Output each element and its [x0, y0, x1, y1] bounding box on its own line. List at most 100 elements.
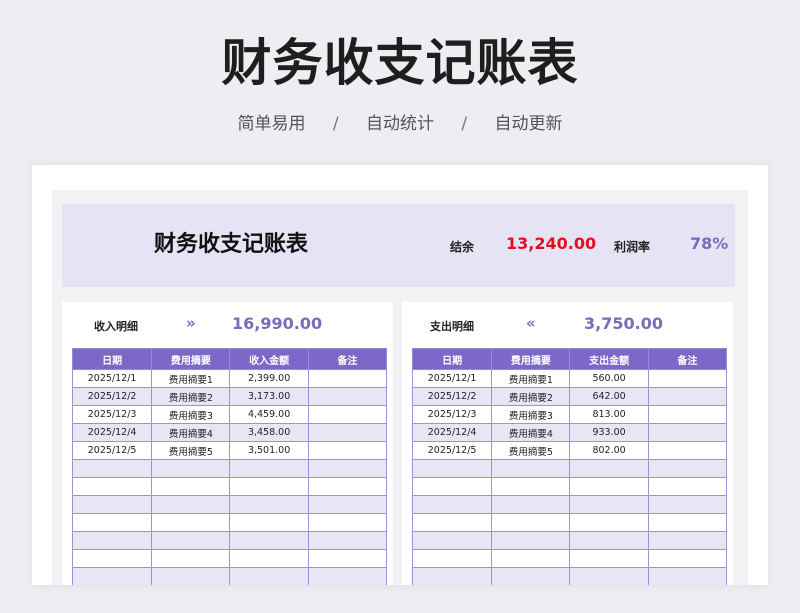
amount-cell[interactable]: 642.00 — [569, 387, 649, 406]
note-cell[interactable] — [647, 405, 728, 424]
date-cell[interactable] — [411, 531, 493, 550]
date-cell[interactable]: 2025/12/5 — [71, 441, 153, 460]
note-cell[interactable] — [307, 477, 388, 496]
amount-cell[interactable] — [569, 459, 649, 478]
summary-cell[interactable]: 费用摘要1 — [491, 369, 571, 388]
amount-cell[interactable] — [229, 477, 309, 496]
note-cell[interactable] — [307, 531, 388, 550]
date-cell[interactable]: 2025/12/4 — [71, 423, 153, 442]
summary-cell[interactable]: 费用摘要2 — [491, 387, 571, 406]
summary-cell[interactable]: 费用摘要1 — [151, 369, 231, 388]
summary-cell[interactable] — [491, 567, 571, 585]
date-cell[interactable]: 2025/12/3 — [71, 405, 153, 424]
column-header-summary[interactable]: 费用摘要 — [151, 348, 231, 370]
note-cell[interactable] — [307, 549, 388, 568]
summary-cell[interactable] — [151, 513, 231, 532]
amount-cell[interactable] — [569, 531, 649, 550]
note-cell[interactable] — [647, 387, 728, 406]
date-cell[interactable] — [71, 513, 153, 532]
column-header-amount[interactable]: 支出金额 — [569, 348, 649, 370]
amount-cell[interactable] — [229, 549, 309, 568]
summary-cell[interactable]: 费用摘要2 — [151, 387, 231, 406]
summary-cell[interactable]: 费用摘要4 — [151, 423, 231, 442]
summary-cell[interactable] — [491, 549, 571, 568]
date-cell[interactable]: 2025/12/4 — [411, 423, 493, 442]
note-cell[interactable] — [647, 369, 728, 388]
note-cell[interactable] — [647, 477, 728, 496]
date-cell[interactable] — [411, 513, 493, 532]
note-cell[interactable] — [307, 495, 388, 514]
summary-cell[interactable] — [491, 477, 571, 496]
date-cell[interactable]: 2025/12/3 — [411, 405, 493, 424]
amount-cell[interactable] — [569, 513, 649, 532]
amount-cell[interactable]: 2,399.00 — [229, 369, 309, 388]
date-cell[interactable]: 2025/12/1 — [411, 369, 493, 388]
summary-cell[interactable] — [151, 531, 231, 550]
amount-cell[interactable] — [569, 477, 649, 496]
note-cell[interactable] — [647, 531, 728, 550]
amount-cell[interactable]: 802.00 — [569, 441, 649, 460]
income-total[interactable]: 16,990.00 — [232, 314, 322, 333]
summary-cell[interactable] — [491, 459, 571, 478]
date-cell[interactable] — [71, 567, 153, 585]
date-cell[interactable] — [71, 531, 153, 550]
amount-cell[interactable]: 3,501.00 — [229, 441, 309, 460]
amount-cell[interactable]: 933.00 — [569, 423, 649, 442]
date-cell[interactable]: 2025/12/1 — [71, 369, 153, 388]
amount-cell[interactable]: 4,459.00 — [229, 405, 309, 424]
note-cell[interactable] — [307, 441, 388, 460]
note-cell[interactable] — [307, 369, 388, 388]
date-cell[interactable] — [71, 549, 153, 568]
amount-cell[interactable]: 3,173.00 — [229, 387, 309, 406]
date-cell[interactable] — [411, 567, 493, 585]
date-cell[interactable] — [411, 459, 493, 478]
column-header-summary[interactable]: 费用摘要 — [491, 348, 571, 370]
amount-cell[interactable] — [229, 495, 309, 514]
summary-cell[interactable] — [151, 477, 231, 496]
amount-cell[interactable] — [569, 567, 649, 585]
profit-margin-value[interactable]: 78% — [690, 234, 728, 253]
note-cell[interactable] — [647, 459, 728, 478]
date-cell[interactable] — [411, 549, 493, 568]
summary-cell[interactable]: 费用摘要4 — [491, 423, 571, 442]
date-cell[interactable]: 2025/12/2 — [71, 387, 153, 406]
note-cell[interactable] — [307, 513, 388, 532]
amount-cell[interactable] — [229, 513, 309, 532]
summary-cell[interactable] — [491, 531, 571, 550]
column-header-note[interactable]: 备注 — [307, 348, 388, 370]
summary-cell[interactable]: 费用摘要5 — [151, 441, 231, 460]
amount-cell[interactable]: 3,458.00 — [229, 423, 309, 442]
amount-cell[interactable] — [229, 567, 309, 585]
summary-cell[interactable] — [491, 513, 571, 532]
note-cell[interactable] — [647, 423, 728, 442]
summary-cell[interactable] — [491, 495, 571, 514]
amount-cell[interactable] — [229, 459, 309, 478]
note-cell[interactable] — [307, 405, 388, 424]
date-cell[interactable] — [71, 477, 153, 496]
date-cell[interactable] — [71, 459, 153, 478]
summary-cell[interactable] — [151, 495, 231, 514]
summary-cell[interactable]: 费用摘要3 — [151, 405, 231, 424]
amount-cell[interactable]: 560.00 — [569, 369, 649, 388]
date-cell[interactable] — [411, 477, 493, 496]
date-cell[interactable]: 2025/12/5 — [411, 441, 493, 460]
column-header-date[interactable]: 日期 — [411, 348, 493, 370]
column-header-amount[interactable]: 收入金额 — [229, 348, 309, 370]
summary-cell[interactable] — [151, 459, 231, 478]
amount-cell[interactable] — [229, 531, 309, 550]
note-cell[interactable] — [647, 549, 728, 568]
date-cell[interactable] — [411, 495, 493, 514]
note-cell[interactable] — [647, 567, 728, 585]
date-cell[interactable]: 2025/12/2 — [411, 387, 493, 406]
summary-cell[interactable] — [151, 549, 231, 568]
note-cell[interactable] — [307, 387, 388, 406]
summary-cell[interactable]: 费用摘要3 — [491, 405, 571, 424]
note-cell[interactable] — [647, 495, 728, 514]
date-cell[interactable] — [71, 495, 153, 514]
note-cell[interactable] — [647, 513, 728, 532]
expense-total[interactable]: 3,750.00 — [584, 314, 663, 333]
note-cell[interactable] — [307, 423, 388, 442]
summary-cell[interactable]: 费用摘要5 — [491, 441, 571, 460]
amount-cell[interactable]: 813.00 — [569, 405, 649, 424]
note-cell[interactable] — [307, 567, 388, 585]
